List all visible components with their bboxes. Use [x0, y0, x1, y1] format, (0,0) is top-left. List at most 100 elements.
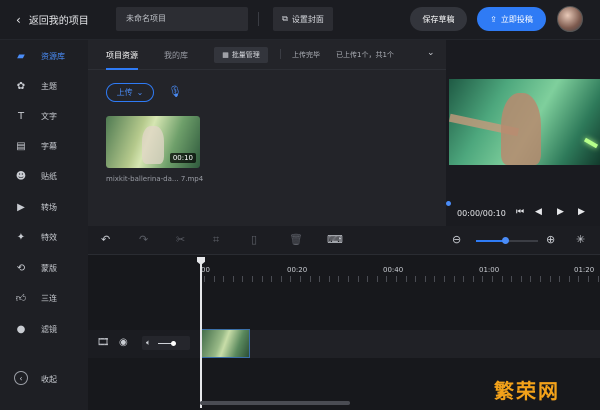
ruler-tick	[271, 276, 272, 282]
sidebar-item-theme[interactable]: ✿ 主题	[0, 73, 88, 99]
ruler-tick	[377, 276, 378, 282]
timeline-scrollbar[interactable]	[200, 401, 350, 405]
volume-slider[interactable]	[158, 343, 172, 344]
sidebar-item-text[interactable]: T 文字	[0, 103, 88, 129]
sidebar-item-subtitle[interactable]: ▤ 字幕	[0, 133, 88, 159]
upload-count-text: 已上传1个，共1个	[336, 51, 394, 59]
subtitle-icon: ▤	[16, 140, 26, 152]
sidebar-item-sticker[interactable]: ☻ 贴纸	[0, 163, 88, 189]
ruler-tick	[578, 276, 579, 282]
grid-icon: ▦	[222, 51, 229, 59]
freeze-icon[interactable]: ▯	[251, 233, 257, 246]
volume-slider-handle[interactable]	[171, 341, 176, 346]
playback-time: 00:00/00:10	[457, 209, 506, 218]
playback-progress-handle[interactable]	[446, 201, 451, 206]
upload-status-text: 上传完毕	[292, 51, 320, 59]
undo-icon[interactable]: ↶	[101, 233, 110, 246]
mask-icon: ⟲	[16, 262, 26, 274]
ruler-tick	[358, 276, 359, 282]
video-track[interactable]	[200, 330, 600, 358]
ruler-tick	[319, 276, 320, 282]
frame-forward-icon[interactable]: ▶	[578, 207, 585, 217]
sidebar-item-mask[interactable]: ⟲ 蒙版	[0, 255, 88, 281]
play-icon[interactable]: ▶	[557, 207, 564, 217]
header-divider	[258, 12, 259, 26]
ruler-tick	[338, 276, 339, 282]
ruler-label: 00:40	[383, 266, 404, 274]
sidebar-item-effects[interactable]: ✦ 特效	[0, 224, 88, 250]
video-clip[interactable]	[200, 329, 250, 358]
ruler-tick	[223, 276, 224, 282]
batch-manage-button[interactable]: ▦ 批量管理	[214, 47, 268, 63]
ruler-tick	[454, 276, 455, 282]
ruler-tick	[482, 276, 483, 282]
ruler-tick	[386, 276, 387, 282]
sidebar-item-label: 字幕	[41, 141, 57, 151]
speaker-icon: 🔈︎	[146, 338, 151, 347]
project-name-input[interactable]: 未命名项目	[116, 7, 248, 31]
save-draft-button[interactable]: 保存草稿	[410, 7, 467, 31]
thumbnail-image	[142, 126, 164, 164]
sidebar-item-label: 特效	[41, 232, 57, 242]
sticker-icon: ☻	[15, 170, 27, 182]
set-cover-button[interactable]: ⧉ 设置封面	[273, 7, 333, 31]
ruler-tick	[310, 276, 311, 282]
delete-icon[interactable]: 🗑︎	[289, 233, 303, 246]
collapse-sidebar-button[interactable]: ‹	[14, 371, 28, 385]
ruler-tick	[588, 276, 589, 282]
ruler-tick	[425, 276, 426, 282]
preview-video-frame[interactable]	[449, 79, 600, 165]
sidebar-item-label: 转场	[41, 202, 57, 212]
back-label: 返回我的项目	[28, 16, 89, 27]
upload-button[interactable]: 上传 ⌄	[106, 83, 154, 102]
ruler-tick	[214, 276, 215, 282]
ruler-tick	[550, 276, 551, 282]
skip-back-icon[interactable]: ⏮	[516, 207, 524, 217]
sidebar-item-filter[interactable]: ● 滤镜	[0, 316, 88, 342]
sidebar-item-label: 三连	[41, 293, 57, 303]
zoom-in-icon[interactable]: ⊕	[546, 233, 555, 246]
ruler-label: 01:00	[479, 266, 500, 274]
sidebar-item-label: 贴纸	[41, 171, 57, 181]
playhead[interactable]	[200, 258, 202, 408]
user-avatar[interactable]	[557, 6, 583, 32]
ruler-tick	[396, 276, 397, 282]
collapse-label: 收起	[41, 375, 57, 384]
text-icon: T	[17, 110, 25, 122]
batch-manage-label: 批量管理	[231, 51, 260, 59]
filter-icon: ●	[16, 323, 26, 335]
media-filename: mixkit-ballerina-da... 7.mp4	[106, 175, 204, 183]
film-strip-icon: 🎞︎	[97, 337, 110, 348]
ruler-tick	[540, 276, 541, 282]
frame-back-icon[interactable]: ◀	[535, 207, 542, 217]
keyboard-icon[interactable]: ⌨	[327, 233, 343, 246]
redo-icon[interactable]: ↷	[139, 233, 148, 246]
sidebar-item-transition[interactable]: ▶ 转场	[0, 194, 88, 220]
sidebar-item-label: 主题	[41, 81, 57, 91]
crop-icon[interactable]: ⌗	[213, 233, 219, 247]
ruler-tick	[262, 276, 263, 282]
ruler-tick	[415, 276, 416, 282]
zoom-slider-handle[interactable]	[502, 237, 509, 244]
chevron-down-icon[interactable]: ⌄	[427, 48, 435, 58]
tab-my-library[interactable]: 我的库	[164, 50, 188, 61]
ruler-tick	[367, 276, 368, 282]
magic-wand-icon[interactable]: ✳	[576, 233, 585, 246]
sidebar-item-triple[interactable]: 👍︎ 三连	[0, 285, 88, 311]
back-to-projects-button[interactable]: ‹ 返回我的项目	[16, 12, 89, 28]
sidebar-item-label: 蒙版	[41, 263, 57, 273]
eye-icon[interactable]: ◉	[119, 337, 128, 348]
image-edit-icon: ⧉	[282, 14, 288, 23]
sidebar-item-library[interactable]: ▰ 资源库	[0, 43, 88, 69]
microphone-icon[interactable]: 🎙︎	[168, 85, 182, 98]
sidebar-item-label: 滤镜	[41, 324, 57, 334]
ruler-tick	[511, 276, 512, 282]
publish-button[interactable]: ⇪ 立即投稿	[477, 7, 546, 31]
zoom-out-icon[interactable]: ⊖	[452, 233, 461, 246]
ruler-tick	[290, 276, 291, 282]
split-icon[interactable]: ✂	[176, 233, 185, 246]
sidebar-item-label: 资源库	[41, 51, 65, 61]
tab-project-resources[interactable]: 项目资源	[106, 50, 138, 70]
ruler-tick	[434, 276, 435, 282]
media-thumbnail[interactable]: 00:10	[106, 116, 200, 168]
